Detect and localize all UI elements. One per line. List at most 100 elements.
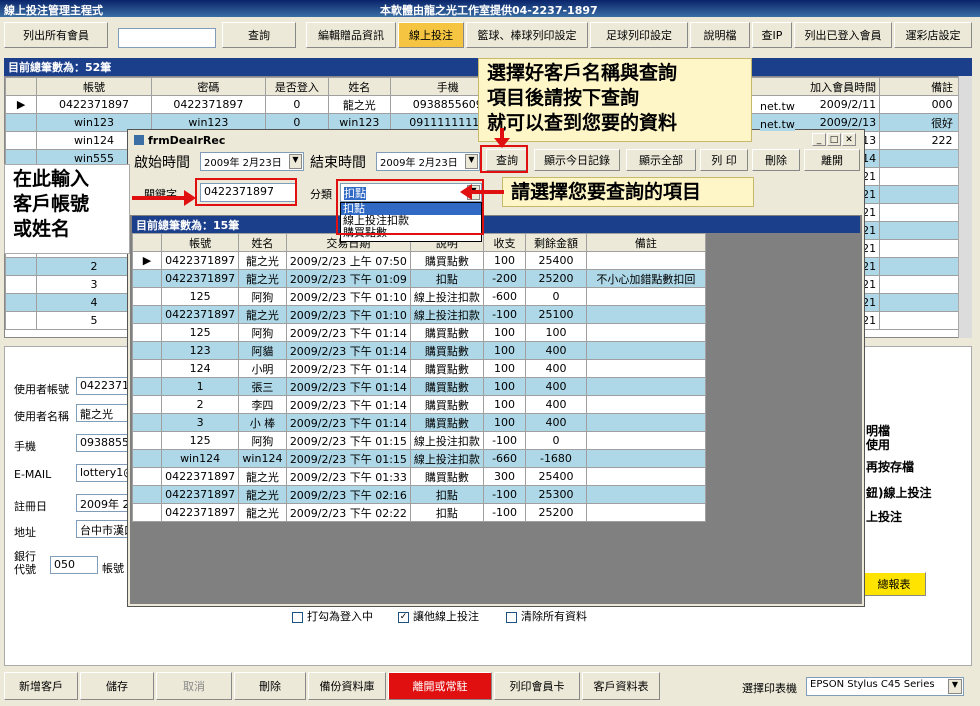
table-row[interactable]: 1 張三 2009/2/23 下午 01:14 購買點數 100 400 bbox=[132, 377, 706, 396]
allow-online-bet-checkbox[interactable]: ✓ 讓他線上投注 bbox=[398, 608, 479, 624]
table-cell[interactable]: 扣點 bbox=[409, 503, 484, 522]
table-row[interactable]: 2 李四 2009/2/23 下午 01:14 購買點數 100 400 bbox=[132, 395, 706, 414]
total-report-button[interactable]: 總報表 bbox=[862, 572, 926, 596]
table-cell[interactable]: 線上投注扣款 bbox=[409, 305, 484, 324]
table-cell[interactable]: 0422371897 bbox=[161, 503, 240, 522]
table-cell[interactable]: 0422371897 bbox=[36, 95, 152, 114]
table-cell[interactable]: 小明 bbox=[238, 359, 287, 378]
table-cell[interactable]: 25400 bbox=[525, 251, 587, 270]
table-cell[interactable]: 300 bbox=[482, 467, 527, 486]
table-row[interactable]: 0422371897 龍之光 2009/2/23 下午 01:10 線上投注扣款 -10… bbox=[132, 305, 706, 324]
basketball-print-settings-button[interactable]: 籃球、棒球列印設定 bbox=[466, 22, 588, 48]
table-cell[interactable]: 2009/2/23 下午 02:22 bbox=[285, 503, 411, 522]
table-cell[interactable]: 扣點 bbox=[409, 269, 484, 288]
table-cell[interactable]: 100 bbox=[482, 377, 527, 396]
table-row[interactable]: 125 阿狗 2009/2/23 下午 01:14 購買點數 100 100 bbox=[132, 323, 706, 342]
table-cell[interactable] bbox=[585, 395, 706, 414]
print-button[interactable]: 列 印 bbox=[700, 149, 748, 171]
table-cell[interactable]: 400 bbox=[525, 341, 587, 360]
start-time-picker[interactable]: 2009年 2月23日 ▼ bbox=[200, 152, 304, 171]
list-all-members-button[interactable]: 列出所有會員 bbox=[4, 22, 108, 48]
row-header[interactable] bbox=[5, 131, 38, 150]
table-cell[interactable]: 小 棒 bbox=[238, 413, 287, 432]
table-cell[interactable]: 2009/2/23 下午 01:15 bbox=[285, 449, 411, 468]
column-header[interactable]: 備註 bbox=[585, 233, 706, 252]
logged-in-checkbox[interactable]: 打勾為登入中 bbox=[292, 608, 373, 624]
row-header[interactable] bbox=[132, 377, 163, 396]
chevron-down-icon[interactable]: ▼ bbox=[289, 154, 302, 169]
edit-gift-button[interactable]: 編輯贈品資訊 bbox=[306, 22, 396, 48]
table-cell[interactable]: 124 bbox=[161, 359, 240, 378]
table-cell[interactable]: 400 bbox=[525, 413, 587, 432]
table-cell[interactable]: 0422371897 bbox=[161, 485, 240, 504]
row-header[interactable] bbox=[5, 311, 38, 330]
table-row[interactable]: 124 小明 2009/2/23 下午 01:14 購買點數 100 400 bbox=[132, 359, 706, 378]
row-header[interactable]: ▶ bbox=[132, 251, 163, 270]
table-cell[interactable]: 購買點數 bbox=[409, 395, 484, 414]
table-cell[interactable]: 阿貓 bbox=[238, 341, 287, 360]
table-cell[interactable] bbox=[585, 467, 706, 486]
save-button[interactable]: 儲存 bbox=[80, 672, 154, 700]
table-cell[interactable]: 線上投注扣款 bbox=[409, 431, 484, 450]
table-cell[interactable]: 2009/2/23 上午 07:50 bbox=[285, 251, 411, 270]
table-cell[interactable] bbox=[585, 341, 706, 360]
row-header[interactable] bbox=[5, 257, 38, 276]
row-header[interactable] bbox=[132, 413, 163, 432]
table-cell[interactable]: -660 bbox=[482, 449, 527, 468]
row-header[interactable]: ▶ bbox=[5, 95, 38, 114]
table-cell[interactable] bbox=[585, 485, 706, 504]
table-cell[interactable]: 購買點數 bbox=[409, 377, 484, 396]
search-button[interactable]: 查詢 bbox=[222, 22, 296, 48]
email-field[interactable]: lottery1@gmail bbox=[76, 464, 130, 482]
table-cell[interactable] bbox=[585, 287, 706, 306]
table-cell[interactable]: 扣點 bbox=[409, 485, 484, 504]
table-cell[interactable]: 25100 bbox=[525, 305, 587, 324]
table-cell[interactable]: 0422371897 bbox=[161, 467, 240, 486]
account-field[interactable]: 0422371897 bbox=[76, 377, 130, 395]
table-cell[interactable] bbox=[585, 305, 706, 324]
clear-all-data-checkbox[interactable]: 清除所有資料 bbox=[506, 608, 587, 624]
table-cell[interactable]: 購買點數 bbox=[409, 251, 484, 270]
table-cell[interactable]: 100 bbox=[482, 359, 527, 378]
table-cell[interactable]: 阿狗 bbox=[238, 323, 287, 342]
table-cell[interactable]: 100 bbox=[525, 323, 587, 342]
dialog-delete-button[interactable]: 刪除 bbox=[752, 149, 800, 171]
table-cell[interactable]: 3 bbox=[161, 413, 240, 432]
column-header[interactable]: 姓名 bbox=[238, 233, 287, 252]
table-cell[interactable]: 龍之光 bbox=[238, 251, 287, 270]
table-cell[interactable]: -100 bbox=[482, 431, 527, 450]
table-cell[interactable]: 125 bbox=[161, 431, 240, 450]
table-cell[interactable]: 李四 bbox=[238, 395, 287, 414]
online-bet-button[interactable]: 線上投注 bbox=[398, 22, 464, 48]
table-cell[interactable]: -1680 bbox=[525, 449, 587, 468]
table-cell[interactable]: 125 bbox=[161, 287, 240, 306]
member-search-input[interactable] bbox=[118, 28, 216, 48]
table-cell[interactable]: 0422371897 bbox=[161, 305, 240, 324]
customer-table-button[interactable]: 客戶資料表 bbox=[582, 672, 660, 700]
column-header[interactable]: 是否登入 bbox=[265, 77, 329, 96]
maximize-icon[interactable]: □ bbox=[827, 133, 841, 146]
backup-database-button[interactable]: 備份資料庫 bbox=[308, 672, 386, 700]
table-cell[interactable]: 線上投注扣款 bbox=[409, 287, 484, 306]
table-cell[interactable]: 2009/2/23 下午 01:14 bbox=[285, 395, 411, 414]
table-row[interactable]: 123 阿貓 2009/2/23 下午 01:14 購買點數 100 400 bbox=[132, 341, 706, 360]
column-header[interactable]: 剩餘金額 bbox=[525, 233, 587, 252]
table-cell[interactable]: 線上投注扣款 bbox=[409, 449, 484, 468]
row-header[interactable] bbox=[132, 305, 163, 324]
bank-code-field[interactable]: 050 bbox=[50, 556, 98, 574]
table-cell[interactable]: 125 bbox=[161, 323, 240, 342]
table-cell[interactable]: -100 bbox=[482, 305, 527, 324]
table-cell[interactable]: win124 bbox=[161, 449, 240, 468]
table-cell[interactable]: 0422371897 bbox=[161, 251, 240, 270]
address-field[interactable]: 台中市漢口路 bbox=[76, 520, 130, 538]
table-row[interactable]: win124 win124 2009/2/23 下午 01:15 線上投注扣款 -660… bbox=[132, 449, 706, 468]
table-cell[interactable]: 2009/2/23 下午 01:14 bbox=[285, 377, 411, 396]
table-cell[interactable]: 2009/2/23 下午 01:14 bbox=[285, 341, 411, 360]
row-header[interactable] bbox=[132, 467, 163, 486]
row-header[interactable] bbox=[132, 503, 163, 522]
show-all-button[interactable]: 顯示全部 bbox=[626, 149, 696, 171]
dialog-close-button[interactable]: 離開 bbox=[804, 149, 860, 171]
row-header[interactable] bbox=[132, 431, 163, 450]
table-cell[interactable]: 龍之光 bbox=[238, 485, 287, 504]
table-cell[interactable]: -100 bbox=[482, 485, 527, 504]
